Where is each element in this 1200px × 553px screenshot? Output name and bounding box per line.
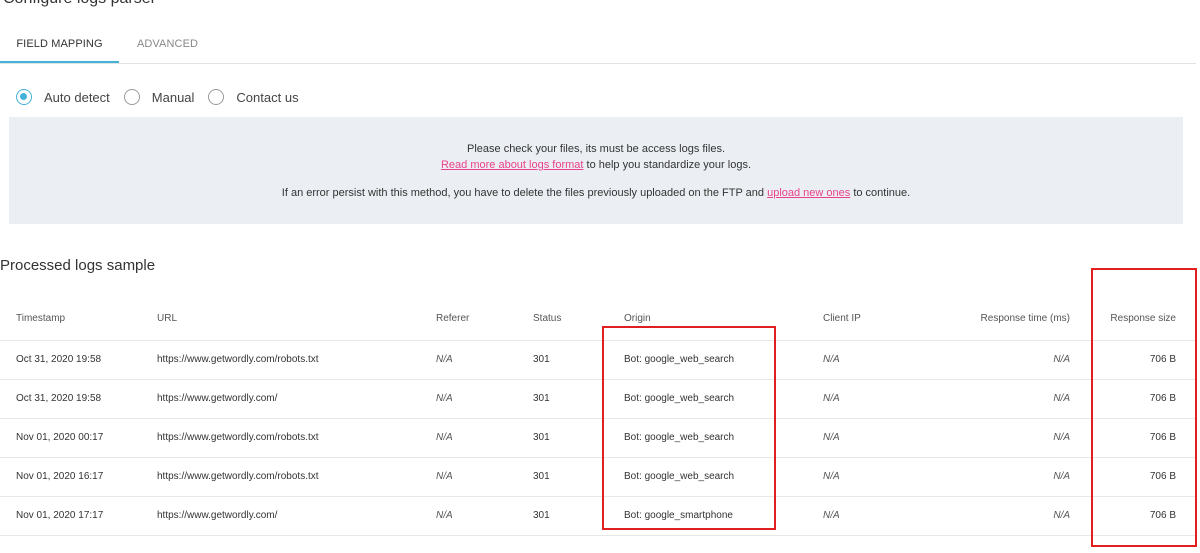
cell-referer: N/A: [436, 418, 533, 458]
radio-manual-label: Manual: [151, 89, 195, 105]
radio-contact-us-label: Contact us: [236, 89, 299, 105]
cell-client-ip: N/A: [823, 418, 920, 458]
cell-url: https://www.getwordly.com/robots.txt: [157, 340, 436, 380]
cell-status: 301: [533, 340, 624, 380]
table-row: Nov 01, 2020 17:17 https://www.getwordly…: [0, 496, 1196, 536]
col-response-size: Response size: [1070, 298, 1196, 341]
col-origin: Origin: [624, 298, 823, 341]
col-status: Status: [533, 298, 624, 341]
cell-origin: Bot: google_smartphone: [624, 496, 823, 536]
cell-timestamp: Oct 31, 2020 19:58: [0, 379, 157, 419]
cell-client-ip: N/A: [823, 340, 920, 380]
radio-auto-detect[interactable]: Auto detect: [16, 89, 110, 105]
table-row: Oct 31, 2020 19:58 https://www.getwordly…: [0, 379, 1196, 419]
cell-origin: Bot: google_web_search: [624, 418, 823, 458]
cell-url: https://www.getwordly.com/robots.txt: [157, 457, 436, 497]
logs-format-link[interactable]: Read more about logs format: [441, 159, 583, 171]
cell-response-size: 706 B: [1070, 457, 1196, 497]
cell-response-size: 706 B: [1070, 379, 1196, 419]
table-header-row: Timestamp URL Referer Status Origin Clie…: [0, 298, 1196, 341]
radio-contact-us[interactable]: Contact us: [208, 89, 299, 105]
info-line-2: Read more about logs format to help you …: [9, 159, 1183, 171]
cell-url: https://www.getwordly.com/: [157, 379, 436, 419]
cell-timestamp: Oct 31, 2020 19:58: [0, 340, 157, 380]
radio-checked-icon[interactable]: [16, 89, 32, 105]
cell-response-time: N/A: [920, 457, 1070, 497]
cell-response-time: N/A: [920, 340, 1070, 380]
cell-status: 301: [533, 457, 624, 497]
detect-mode-radio-group: Auto detect Manual Contact us: [16, 88, 313, 106]
col-referer: Referer: [436, 298, 533, 341]
cell-referer: N/A: [436, 340, 533, 380]
cell-origin: Bot: google_web_search: [624, 340, 823, 380]
tab-advanced[interactable]: ADVANCED: [120, 26, 215, 63]
section-title: Processed logs sample: [0, 257, 156, 274]
table-row: Nov 01, 2020 16:17 https://www.getwordly…: [0, 457, 1196, 497]
cell-url: https://www.getwordly.com/: [157, 496, 436, 536]
info-line-2-text: to help you standardize your logs.: [583, 159, 752, 171]
cell-client-ip: N/A: [823, 457, 920, 497]
cell-response-time: N/A: [920, 418, 1070, 458]
cell-timestamp: Nov 01, 2020 16:17: [0, 457, 157, 497]
cell-response-size: 706 B: [1070, 418, 1196, 458]
cell-referer: N/A: [436, 457, 533, 497]
table-row: Oct 31, 2020 19:58 https://www.getwordly…: [0, 340, 1196, 380]
tab-field-mapping[interactable]: FIELD MAPPING: [0, 26, 119, 63]
table-row: Nov 01, 2020 00:17 https://www.getwordly…: [0, 418, 1196, 458]
radio-unchecked-icon[interactable]: [208, 89, 225, 105]
col-response-time: Response time (ms): [920, 298, 1070, 341]
cell-timestamp: Nov 01, 2020 17:17: [0, 496, 157, 536]
radio-auto-detect-label: Auto detect: [44, 89, 110, 105]
page-title: Configure logs parser: [3, 0, 156, 8]
cell-response-size: 706 B: [1070, 496, 1196, 536]
info-line-3-post: to continue.: [850, 187, 911, 199]
cell-url: https://www.getwordly.com/robots.txt: [157, 418, 436, 458]
info-line-1: Please check your files, its must be acc…: [467, 143, 725, 155]
cell-response-size: 706 B: [1070, 340, 1196, 380]
info-line-3-pre: If an error persist with this method, yo…: [281, 187, 768, 199]
info-box: Please check your files, its must be acc…: [9, 117, 1183, 224]
cell-response-time: N/A: [920, 379, 1070, 419]
tab-bar: FIELD MAPPING ADVANCED: [0, 26, 1196, 64]
radio-manual[interactable]: Manual: [123, 89, 195, 105]
cell-status: 301: [533, 379, 624, 419]
radio-unchecked-icon[interactable]: [123, 89, 140, 105]
cell-origin: Bot: google_web_search: [624, 457, 823, 497]
col-url: URL: [157, 298, 436, 341]
cell-status: 301: [533, 496, 624, 536]
cell-timestamp: Nov 01, 2020 00:17: [0, 418, 157, 458]
col-client-ip: Client IP: [823, 298, 920, 341]
info-line-3: If an error persist with this method, yo…: [9, 187, 1183, 199]
cell-client-ip: N/A: [823, 496, 920, 536]
cell-origin: Bot: google_web_search: [624, 379, 823, 419]
upload-new-link[interactable]: upload new ones: [767, 187, 850, 199]
cell-client-ip: N/A: [823, 379, 920, 419]
cell-referer: N/A: [436, 496, 533, 536]
col-timestamp: Timestamp: [0, 298, 157, 341]
logs-table: Timestamp URL Referer Status Origin Clie…: [0, 298, 1196, 536]
cell-status: 301: [533, 418, 624, 458]
cell-response-time: N/A: [920, 496, 1070, 536]
cell-referer: N/A: [436, 379, 533, 419]
